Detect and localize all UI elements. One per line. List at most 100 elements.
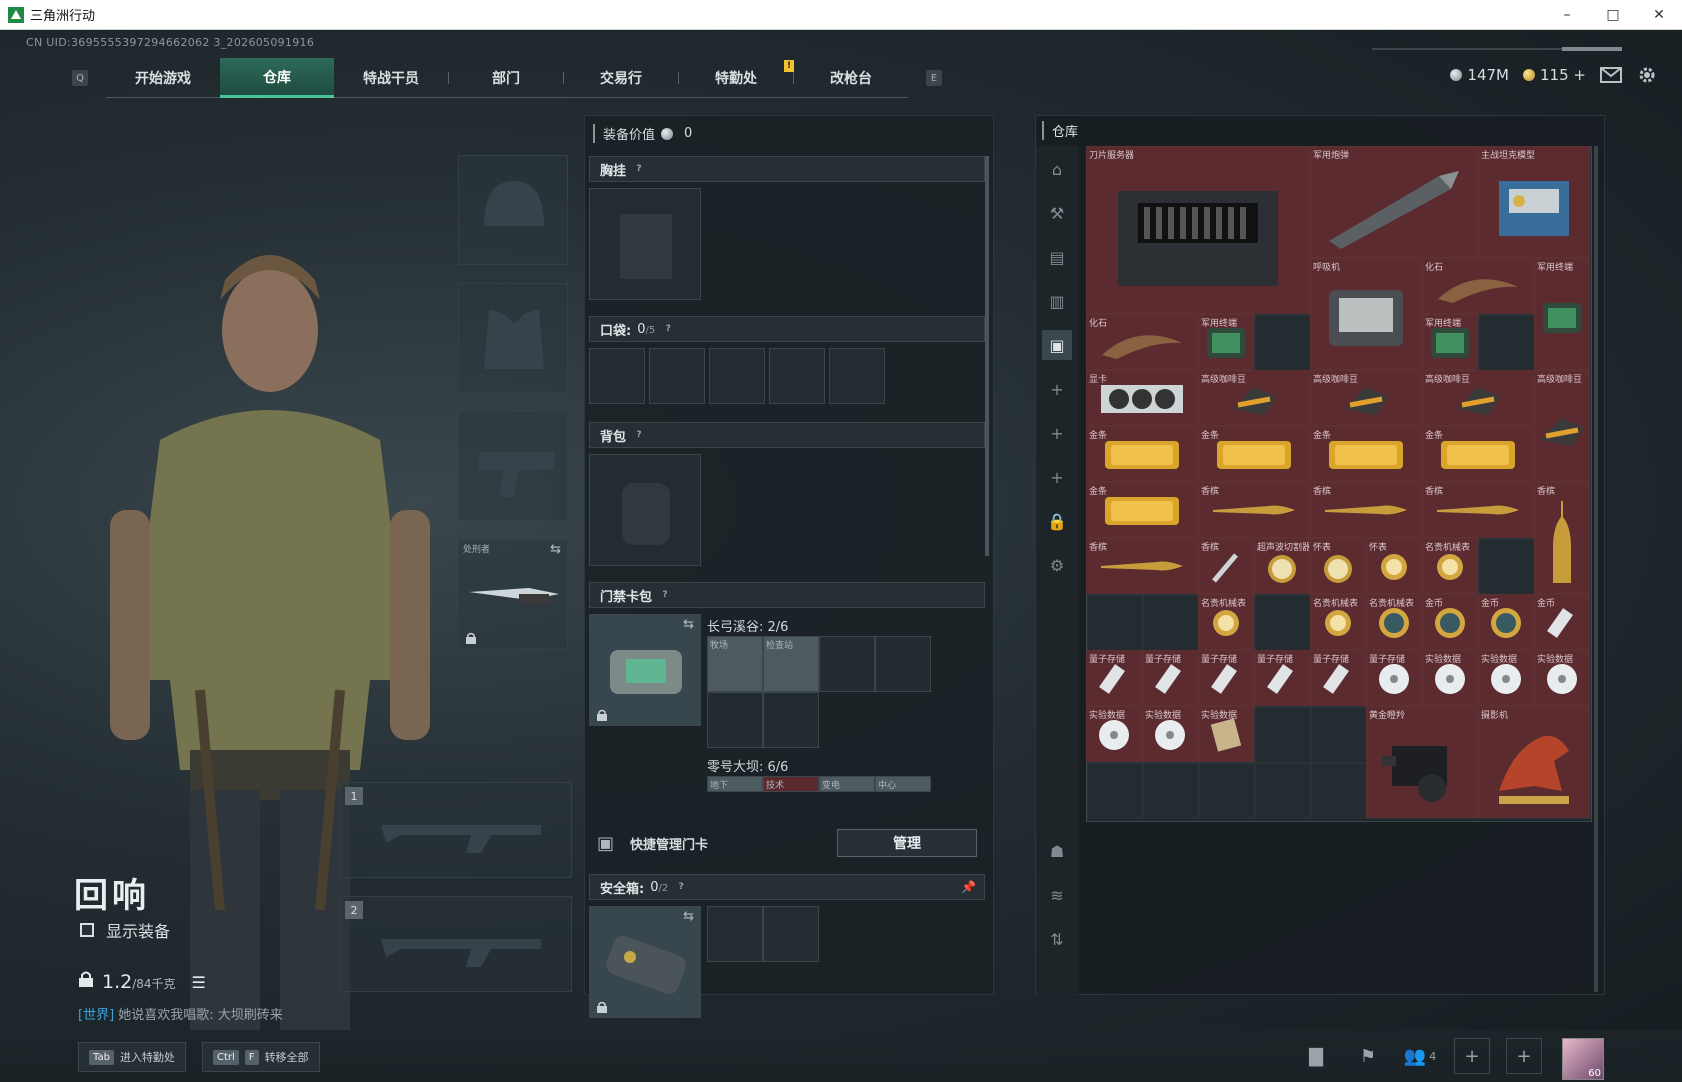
storage-item[interactable]: 金币 [1478, 594, 1534, 650]
team-slot-add-button[interactable]: + [1506, 1038, 1542, 1074]
mail-icon[interactable] [1600, 64, 1622, 86]
storage-item[interactable]: 呼吸机 [1310, 258, 1422, 370]
team-slot-add-button[interactable]: + [1454, 1038, 1490, 1074]
equipment-tab-icon[interactable]: ▤ [1042, 242, 1072, 272]
safebox-cell[interactable] [707, 906, 763, 962]
help-icon[interactable]: ? [674, 880, 688, 894]
helmet-slot[interactable] [458, 155, 568, 265]
loadout-scrollbar[interactable] [985, 156, 989, 556]
storage-item[interactable]: 金条 [1086, 482, 1198, 538]
storage-item[interactable]: 金条 [1310, 426, 1422, 482]
tab-warehouse[interactable]: 仓库 [220, 58, 334, 98]
keycard-empty-slot[interactable] [819, 636, 875, 692]
tab-special-ops[interactable]: 特勤处 [679, 58, 793, 98]
swap-icon[interactable]: ⇆ [683, 617, 694, 632]
settings-gear-icon[interactable] [1636, 64, 1658, 86]
storage-item[interactable]: 香槟 [1422, 482, 1534, 538]
storage-item[interactable]: 金币 [1422, 594, 1478, 650]
close-button[interactable]: ✕ [1636, 0, 1682, 30]
storage-item[interactable]: 高级咖啡豆 [1534, 370, 1590, 482]
storage-item[interactable]: 金条 [1086, 426, 1198, 482]
storage-item[interactable]: 金币 [1534, 594, 1590, 650]
help-icon[interactable]: ? [632, 162, 646, 176]
storage-item[interactable]: 量子存储 [1142, 650, 1198, 706]
locked-tab-icon[interactable]: 🔒 [1042, 506, 1072, 536]
storage-item[interactable]: 金条 [1198, 426, 1310, 482]
weapons-tab-icon[interactable]: ⚒ [1042, 198, 1072, 228]
storage-item[interactable]: 量子存储 [1198, 650, 1254, 706]
storage-item[interactable]: 香槟 [1086, 538, 1198, 594]
storage-item[interactable]: 金条 [1422, 426, 1534, 482]
minimize-button[interactable]: – [1544, 0, 1590, 30]
safebox-cell[interactable] [763, 906, 819, 962]
keycard-empty-slot[interactable] [875, 636, 931, 692]
help-icon[interactable]: ? [632, 428, 646, 442]
add-tab-icon[interactable]: + [1042, 374, 1072, 404]
keycard-item[interactable]: 牧场 [707, 636, 763, 692]
help-icon[interactable]: ? [661, 322, 675, 336]
tab-start-game[interactable]: 开始游戏 [106, 58, 220, 98]
storage-scrollbar[interactable] [1594, 146, 1598, 992]
player-avatar[interactable]: 60 [1562, 1038, 1604, 1080]
melee-slot[interactable]: 处刑者 ⇆ [458, 539, 568, 649]
storage-item[interactable]: 怀表 [1366, 538, 1422, 594]
show-equipment-toggle[interactable]: 显示装备 [80, 918, 170, 942]
keycard-item[interactable]: 变电 [819, 776, 875, 792]
keycard-item[interactable]: 中心 [875, 776, 931, 792]
keycard-case-slot[interactable]: ⇆ [589, 614, 701, 726]
storage-item[interactable]: 实验数据 [1086, 706, 1142, 762]
armor-slot[interactable] [458, 283, 568, 393]
storage-item[interactable]: 超声波切割器 [1254, 538, 1310, 594]
world-chat[interactable]: [世界] 她说喜欢我唱歌: 大坝刷砖来 [78, 1004, 283, 1023]
show-equipment-checkbox[interactable] [80, 923, 94, 937]
add-tab-icon[interactable]: + [1042, 418, 1072, 448]
keycard-empty-slot[interactable] [707, 692, 763, 748]
gold-currency[interactable]: 115 + [1523, 66, 1586, 84]
warehouse-home-icon[interactable]: ⌂ [1042, 154, 1072, 184]
keycard-item[interactable]: 检查站 [763, 636, 819, 692]
tab-gunsmith[interactable]: 改枪台 [794, 58, 908, 98]
swap-icon[interactable]: ⇆ [550, 542, 561, 557]
keycard-item[interactable]: 技术 [763, 776, 819, 792]
ammo-tab-icon[interactable]: ▥ [1042, 286, 1072, 316]
storage-item[interactable]: 黄金瞪羚 [1366, 706, 1478, 818]
tab-trade[interactable]: 交易行 [564, 58, 678, 98]
storage-item[interactable]: 名贵机械表 [1422, 538, 1478, 594]
storage-item[interactable]: 军用终端 [1422, 314, 1478, 370]
storage-item[interactable]: 高级咖啡豆 [1198, 370, 1310, 426]
silver-currency[interactable]: 147M [1450, 66, 1509, 84]
nav-left-key[interactable]: Q [72, 70, 88, 86]
flag-icon[interactable]: ⚑ [1350, 1038, 1386, 1074]
add-tab-icon[interactable]: + [1042, 462, 1072, 492]
backpack-slot[interactable] [589, 454, 701, 566]
safebox-slot[interactable]: ⇆ [589, 906, 701, 1018]
storage-item[interactable]: 名贵机械表 [1366, 594, 1422, 650]
layers-tab-icon[interactable]: ≋ [1042, 880, 1072, 910]
storage-item[interactable]: 怀表 [1310, 538, 1366, 594]
help-icon[interactable]: ? [658, 588, 672, 602]
tab-operators[interactable]: 特战干员 [334, 58, 448, 98]
pocket-slot[interactable] [709, 348, 765, 404]
storage-item[interactable]: 量子存储 [1086, 650, 1142, 706]
storage-item[interactable]: 实验数据 [1422, 650, 1478, 706]
storage-item[interactable]: 军用终端 [1534, 258, 1590, 370]
keycard-empty-slot[interactable] [763, 692, 819, 748]
storage-item[interactable]: 实验数据 [1534, 650, 1590, 706]
storage-item[interactable]: 量子存储 [1366, 650, 1422, 706]
tab-department[interactable]: 部门 [449, 58, 563, 98]
storage-item[interactable]: 实验数据 [1198, 706, 1254, 762]
storage-item[interactable]: 香槟 [1310, 482, 1422, 538]
storage-item[interactable]: 摄影机 [1478, 706, 1590, 818]
storage-item[interactable]: 刀片服务器 [1086, 146, 1310, 314]
storage-item[interactable]: 香槟 [1198, 538, 1254, 594]
friends-icon[interactable]: 👥 4 [1402, 1038, 1438, 1074]
storage-item[interactable]: 高级咖啡豆 [1422, 370, 1534, 426]
storage-item[interactable]: 军用炮弹 [1310, 146, 1478, 258]
storage-item[interactable]: 军用终端 [1198, 314, 1254, 370]
storage-item[interactable]: 名贵机械表 [1310, 594, 1366, 650]
storage-item[interactable]: 化石 [1086, 314, 1198, 370]
storage-item[interactable]: 量子存储 [1310, 650, 1366, 706]
storage-item[interactable]: 显卡 [1086, 370, 1198, 426]
operator-tab-icon[interactable]: ☗ [1042, 836, 1072, 866]
primary-weapon-slot[interactable]: 1 [340, 782, 572, 878]
